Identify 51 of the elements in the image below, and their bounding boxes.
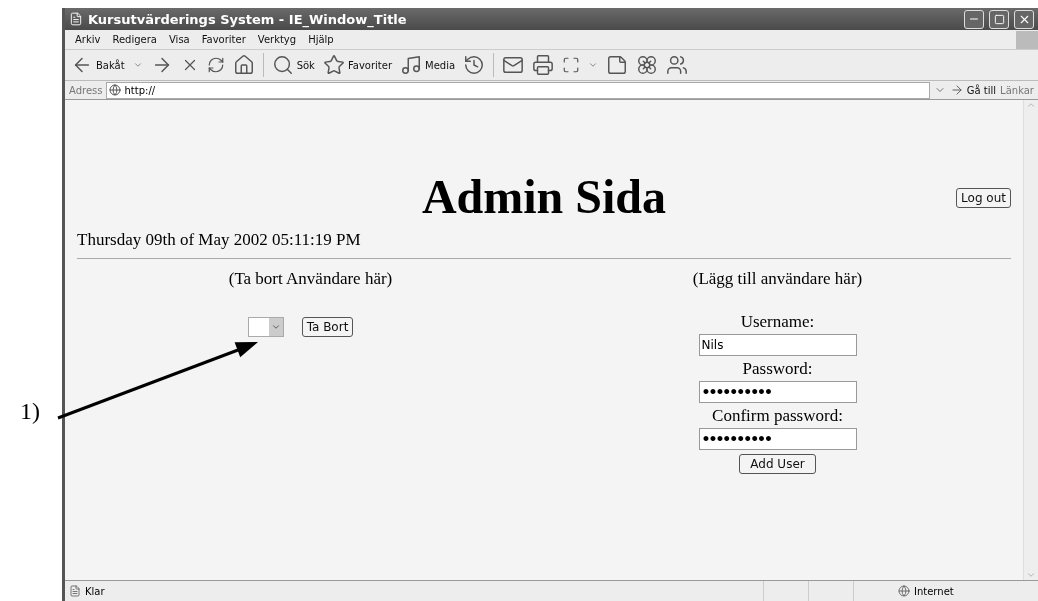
history-icon[interactable]	[463, 54, 486, 76]
page-icon[interactable]	[69, 585, 81, 597]
maximize-icon	[993, 13, 1005, 25]
status-text: Klar	[85, 585, 106, 597]
printer-icon[interactable]	[532, 54, 555, 76]
media-icon[interactable]	[400, 54, 422, 76]
menu-item[interactable]: Redigera	[106, 34, 163, 45]
links-label[interactable]: Länkar	[1000, 84, 1034, 96]
go-button[interactable]: Gå till	[949, 83, 997, 97]
menu-item[interactable]: Favoriter	[195, 34, 252, 45]
maximize-button[interactable]	[989, 9, 1009, 29]
menu-item[interactable]: Hjälp	[302, 34, 340, 45]
zone-text: Internet	[914, 585, 954, 597]
mail-icon[interactable]	[502, 54, 525, 76]
password-field[interactable]: ••••••••••	[698, 428, 857, 450]
field-label: Username:	[740, 311, 815, 333]
star-icon[interactable]	[322, 54, 345, 76]
refresh-icon[interactable]	[206, 56, 225, 74]
back-button[interactable]: Bakåt	[71, 54, 125, 76]
home-icon[interactable]	[232, 54, 255, 76]
annotation-label: 1)	[20, 398, 40, 425]
address-field[interactable]: http://	[106, 81, 930, 99]
favorites-button[interactable]: Favoriter	[322, 54, 392, 76]
minimize-button[interactable]	[964, 9, 984, 29]
password-field[interactable]: ••••••••••	[698, 381, 857, 403]
close-button[interactable]	[1014, 9, 1034, 29]
field-label: Password:	[742, 358, 813, 380]
media-button[interactable]: Media	[400, 54, 456, 76]
globe-icon	[109, 84, 122, 96]
note-icon[interactable]	[606, 54, 629, 76]
address-label: Adress	[69, 84, 103, 96]
search-button[interactable]: Sök	[271, 54, 315, 76]
menu-item[interactable]: Visa	[163, 34, 196, 45]
logout-button[interactable]: Log out	[956, 188, 1011, 208]
date-text: Thursday 09th of May 2002 05:11:19 PM	[77, 230, 1011, 259]
remove-button[interactable]: Ta Bort	[301, 317, 354, 337]
add-user-button[interactable]: Add User	[739, 454, 816, 474]
globe-icon[interactable]	[898, 585, 910, 597]
page-heading: Admin Sida	[421, 168, 667, 224]
frame-icon[interactable]	[562, 56, 581, 74]
section-heading: (Ta bort Användare här)	[228, 269, 393, 289]
flower-icon[interactable]	[636, 54, 659, 76]
section-heading: (Lägg till användare här)	[692, 269, 863, 289]
menu-item[interactable]: Arkiv	[69, 34, 107, 45]
username-field[interactable]: Nils	[698, 334, 857, 356]
window-title: Kursutvärderings System - IE_Window_Title	[88, 11, 408, 27]
users-icon[interactable]	[666, 54, 689, 76]
field-label: Confirm password:	[712, 405, 843, 427]
caret-icon	[270, 322, 281, 332]
search-icon[interactable]	[271, 54, 294, 76]
menu-item[interactable]: Verktyg	[251, 34, 303, 45]
